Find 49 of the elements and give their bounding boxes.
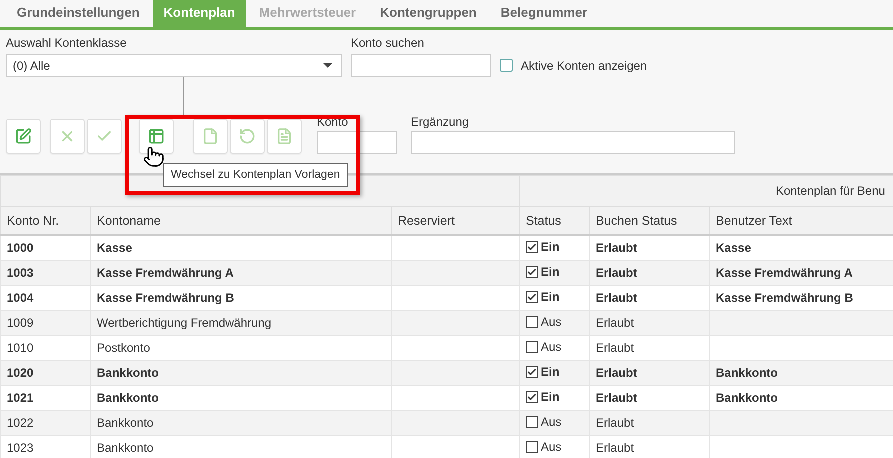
konto-field[interactable] bbox=[317, 131, 397, 154]
status-text: Aus bbox=[541, 440, 562, 454]
column-header: Kontoname bbox=[90, 206, 392, 235]
undo-icon bbox=[239, 128, 256, 145]
tab[interactable]: Grundeinstellungen bbox=[6, 0, 151, 27]
status-text: Ein bbox=[541, 390, 560, 404]
tab[interactable]: Belegnummer bbox=[490, 0, 599, 27]
document-icon bbox=[276, 128, 293, 145]
checkbox[interactable] bbox=[526, 316, 538, 328]
column-header: Benutzer Text bbox=[710, 206, 893, 235]
ergaenzung-field[interactable] bbox=[411, 131, 735, 154]
checkbox[interactable] bbox=[526, 241, 538, 254]
checkbox[interactable] bbox=[500, 59, 513, 72]
field-label: Auswahl Kontenklasse bbox=[6, 36, 128, 50]
checkbox[interactable] bbox=[526, 291, 538, 304]
search-field[interactable] bbox=[351, 54, 491, 77]
status-text: Ein bbox=[541, 240, 560, 254]
template-button[interactable] bbox=[139, 119, 174, 154]
checkbox[interactable] bbox=[526, 366, 538, 378]
status-text: Aus bbox=[541, 340, 562, 354]
status-text: Ein bbox=[541, 365, 560, 380]
column-header: Status bbox=[520, 206, 590, 235]
caret-icon bbox=[323, 63, 333, 68]
status-text: Ein bbox=[541, 265, 560, 280]
class-select[interactable]: (0) Alle bbox=[6, 54, 342, 77]
checkbox[interactable] bbox=[526, 441, 538, 453]
checkbox[interactable] bbox=[526, 266, 538, 278]
table-icon bbox=[148, 128, 165, 145]
tooltip: Wechsel zu Kontenplan Vorlagen bbox=[163, 163, 348, 187]
status-text: Aus bbox=[541, 315, 562, 329]
table-cell: 1023 bbox=[0, 436, 90, 458]
edit-button[interactable] bbox=[6, 119, 41, 154]
file-icon bbox=[202, 128, 219, 145]
pointer-icon bbox=[143, 146, 165, 168]
status-text: Aus bbox=[541, 415, 562, 429]
checkbox[interactable] bbox=[526, 341, 538, 353]
column-header: Konto Nr. bbox=[0, 206, 90, 235]
field-label: Konto suchen bbox=[351, 36, 426, 50]
checkbox-label: Aktive Konten anzeigen bbox=[521, 58, 648, 72]
field-label: Ergänzung bbox=[411, 115, 470, 129]
column-header: Buchen Status bbox=[590, 206, 710, 235]
tab[interactable]: Kontengruppen bbox=[369, 0, 488, 27]
checkbox[interactable] bbox=[526, 391, 538, 404]
status-text: Ein bbox=[541, 290, 560, 304]
group-header: Kontenplan für Benu bbox=[520, 176, 893, 206]
edit-icon bbox=[15, 128, 32, 145]
field-label: Konto bbox=[317, 115, 350, 129]
checkbox[interactable] bbox=[526, 416, 538, 428]
column-header: Reserviert bbox=[392, 206, 520, 235]
